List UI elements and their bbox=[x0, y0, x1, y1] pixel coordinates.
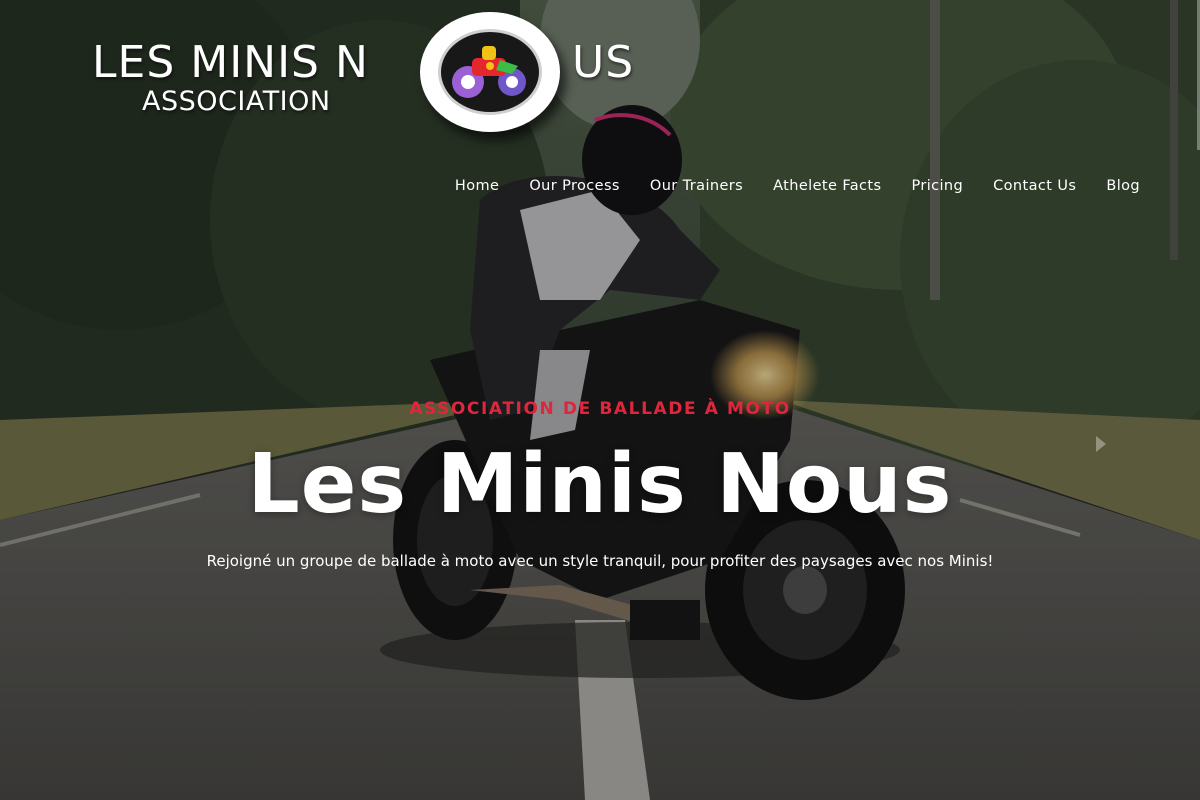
hero-eyebrow: ASSOCIATION DE BALLADE À MOTO bbox=[409, 399, 791, 419]
logo-text-line1-end: US bbox=[572, 37, 635, 88]
logo-emblem bbox=[420, 12, 560, 132]
toy-motorbike-icon bbox=[452, 46, 526, 98]
hero-title: Les Minis Nous bbox=[247, 437, 953, 532]
nav-item-home[interactable]: Home bbox=[455, 175, 499, 197]
main-nav: Home Our Process Our Trainers Athelete F… bbox=[455, 175, 1140, 197]
hero-subtitle: Rejoigné un groupe de ballade à moto ave… bbox=[206, 552, 994, 570]
nav-item-contact-us[interactable]: Contact Us bbox=[993, 175, 1076, 197]
nav-item-athelete-facts[interactable]: Athelete Facts bbox=[773, 175, 881, 197]
nav-item-blog[interactable]: Blog bbox=[1106, 175, 1140, 197]
nav-item-pricing[interactable]: Pricing bbox=[911, 175, 963, 197]
nav-item-our-trainers[interactable]: Our Trainers bbox=[650, 175, 743, 197]
nav-item-our-process[interactable]: Our Process bbox=[529, 175, 620, 197]
logo-text-line2: ASSOCIATION bbox=[142, 86, 331, 117]
site-logo[interactable]: LES MINIS N US ASSOCIATION bbox=[92, 12, 652, 137]
logo-text-line1: LES MINIS N bbox=[92, 37, 369, 88]
slider-next-arrow-icon[interactable] bbox=[1096, 436, 1106, 452]
